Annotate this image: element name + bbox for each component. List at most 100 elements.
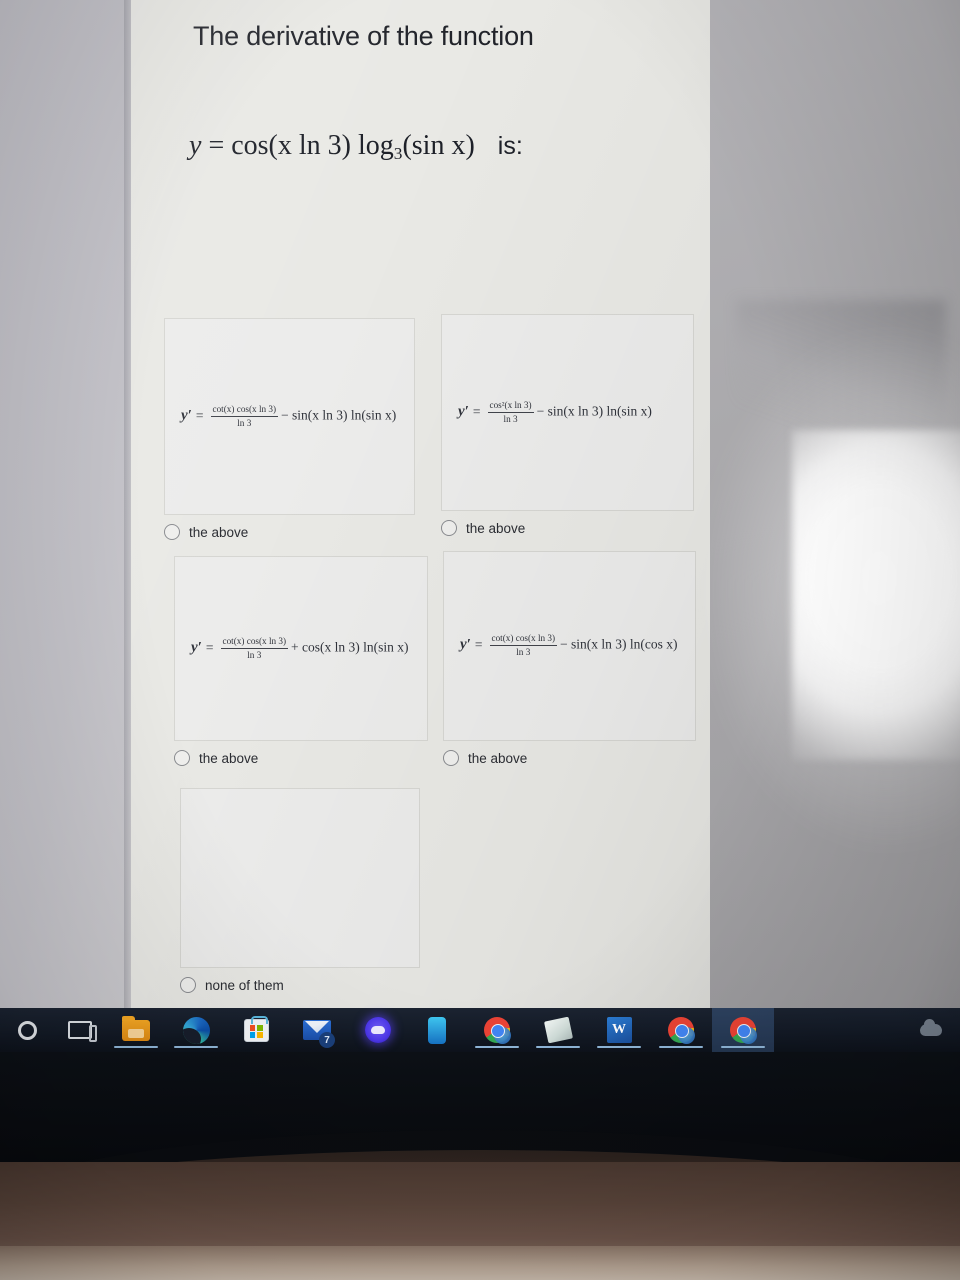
- answer-radio-row[interactable]: the above: [441, 520, 694, 536]
- running-indicator: [721, 1045, 765, 1048]
- formula-denominator: ln 3: [247, 649, 262, 660]
- formula-fraction: cot(x) cos(x ln 3) ln 3: [220, 636, 289, 661]
- equation-body-post: (sin x): [402, 130, 475, 161]
- formula-numerator: cot(x) cos(x ln 3): [489, 633, 558, 647]
- answer-option-4[interactable]: y′ = cot(x) cos(x ln 3) ln 3− sin(x ln 3) l…: [443, 551, 696, 766]
- taskbar-item-chrome-2[interactable]: [650, 1008, 712, 1052]
- system-tray: [914, 1008, 960, 1052]
- taskbar-item-chrome-active[interactable]: [712, 1008, 774, 1052]
- running-indicator: [536, 1045, 580, 1048]
- equation-equals: =: [208, 130, 225, 161]
- desk-foreground: [0, 1246, 960, 1280]
- answer-option-2[interactable]: y′ = cos²(x ln 3) ln 3− sin(x ln 3) ln(sin …: [441, 314, 694, 536]
- running-indicator: [659, 1045, 703, 1048]
- formula-tail: + cos(x ln 3) ln(sin x): [291, 639, 409, 655]
- formula-numerator: cot(x) cos(x ln 3): [220, 636, 289, 649]
- tray-item-onedrive[interactable]: [914, 1008, 948, 1052]
- formula-equals: =: [474, 637, 483, 653]
- formula-denominator: ln 3: [503, 413, 518, 424]
- answer-image-card[interactable]: y′ = cot(x) cos(x ln 3) ln 3− sin(x ln 3) l…: [443, 551, 696, 741]
- formula-lhs: y′: [458, 403, 469, 420]
- answer-radio-row[interactable]: the above: [164, 524, 415, 540]
- formula-tail: − sin(x ln 3) ln(sin x): [281, 407, 397, 423]
- answer-option-label: none of them: [205, 977, 284, 993]
- task-view-icon[interactable]: [68, 1021, 97, 1042]
- photo-of-monitor: The derivative of the function y = cos(x…: [0, 0, 960, 1280]
- chrome-icon[interactable]: [668, 1017, 695, 1044]
- answer-option-3[interactable]: y′ = cot(x) cos(x ln 3) ln 3 + cos(x ln 3) l…: [174, 556, 428, 766]
- cortana-icon[interactable]: [17, 1021, 37, 1040]
- formula-numerator: cos²(x ln 3): [487, 400, 534, 413]
- taskbar-item-discord[interactable]: [348, 1008, 408, 1052]
- running-indicator: [114, 1045, 158, 1048]
- word-icon[interactable]: W: [606, 1017, 632, 1043]
- radio-button-icon[interactable]: [164, 524, 180, 540]
- answer-formula: y′ = cos²(x ln 3) ln 3− sin(x ln 3) ln(sin …: [442, 400, 693, 425]
- monitor-screen: The derivative of the function y = cos(x…: [0, 0, 960, 1008]
- paper-app-icon[interactable]: [543, 1016, 573, 1044]
- formula-denominator: ln 3: [237, 417, 252, 428]
- answer-option-1[interactable]: y′ = cot(x) cos(x ln 3) ln 3− sin(x ln 3) l…: [164, 318, 415, 540]
- formula-denominator: ln 3: [516, 647, 531, 658]
- equation-lhs: y: [189, 130, 202, 161]
- answer-radio-row[interactable]: the above: [443, 750, 696, 766]
- taskbar-item-task-view[interactable]: [54, 1008, 106, 1052]
- answer-option-label: the above: [199, 750, 259, 766]
- edge-icon[interactable]: [182, 1017, 210, 1044]
- answer-formula: y′ = cot(x) cos(x ln 3) ln 3− sin(x ln 3) l…: [165, 404, 414, 429]
- formula-fraction: cot(x) cos(x ln 3) ln 3: [489, 633, 558, 658]
- taskbar-item-chrome-1[interactable]: [466, 1008, 528, 1052]
- answer-option-5[interactable]: none of them: [180, 788, 420, 993]
- taskbar-item-mail[interactable]: 7: [286, 1008, 348, 1052]
- answer-radio-row[interactable]: the above: [174, 750, 428, 766]
- radio-button-icon[interactable]: [443, 750, 459, 766]
- quiz-page: The derivative of the function y = cos(x…: [131, 0, 710, 1008]
- taskbar-item-edge[interactable]: [166, 1008, 226, 1052]
- formula-fraction: cos²(x ln 3) ln 3: [487, 400, 534, 425]
- answer-option-label: the above: [466, 520, 526, 536]
- radio-button-icon[interactable]: [180, 977, 196, 993]
- running-indicator: [475, 1045, 519, 1048]
- file-explorer-icon[interactable]: [122, 1016, 150, 1041]
- equation-suffix: is:: [497, 132, 523, 160]
- formula-equals: =: [195, 407, 204, 423]
- formula-lhs: y′: [181, 407, 192, 424]
- formula-lhs: y′: [191, 639, 202, 656]
- radio-button-icon[interactable]: [174, 750, 190, 766]
- running-indicator: [174, 1045, 218, 1048]
- taskbar-item-cortana[interactable]: [0, 1008, 54, 1052]
- equation-body-pre: cos(x ln 3) log: [231, 130, 394, 161]
- taskbar-item-blue-app[interactable]: [408, 1008, 466, 1052]
- radio-button-icon[interactable]: [441, 520, 457, 536]
- screen-left-gutter: [0, 0, 131, 1008]
- chrome-icon[interactable]: [730, 1017, 757, 1044]
- discord-icon[interactable]: [365, 1017, 391, 1043]
- formula-equals: =: [472, 403, 481, 419]
- windows-taskbar: 7 W: [0, 1008, 960, 1052]
- answer-image-card-empty[interactable]: [180, 788, 420, 968]
- screen-right-gutter: [710, 0, 960, 1008]
- taskbar-item-microsoft-store[interactable]: [226, 1008, 286, 1052]
- answer-option-label: the above: [468, 750, 528, 766]
- answer-image-card[interactable]: y′ = cot(x) cos(x ln 3) ln 3− sin(x ln 3) l…: [164, 318, 415, 515]
- formula-equals: =: [205, 639, 214, 655]
- answer-image-card[interactable]: y′ = cot(x) cos(x ln 3) ln 3 + cos(x ln 3) l…: [174, 556, 428, 741]
- formula-fraction: cot(x) cos(x ln 3) ln 3: [210, 404, 279, 429]
- chrome-icon[interactable]: [484, 1017, 511, 1044]
- formula-tail: − sin(x ln 3) ln(cos x): [560, 637, 678, 653]
- taskbar-item-word[interactable]: W: [588, 1008, 650, 1052]
- mail-unread-badge: 7: [319, 1032, 335, 1048]
- onedrive-cloud-icon[interactable]: [920, 1019, 942, 1036]
- formula-numerator: cot(x) cos(x ln 3): [210, 404, 279, 417]
- answer-image-card[interactable]: y′ = cos²(x ln 3) ln 3− sin(x ln 3) ln(sin …: [441, 314, 694, 511]
- formula-tail: − sin(x ln 3) ln(sin x): [536, 403, 652, 419]
- taskbar-item-file-explorer[interactable]: [106, 1008, 166, 1052]
- answer-formula: y′ = cot(x) cos(x ln 3) ln 3 + cos(x ln 3) l…: [175, 636, 427, 661]
- question-equation: y = cos(x ln 3) log3(sin x) is:: [189, 130, 709, 164]
- microsoft-store-icon[interactable]: [243, 1016, 269, 1042]
- answer-radio-row[interactable]: none of them: [180, 977, 420, 993]
- question-title: The derivative of the function: [193, 21, 534, 51]
- running-indicator: [597, 1045, 641, 1048]
- blue-app-icon[interactable]: [428, 1017, 446, 1044]
- taskbar-item-paper-app[interactable]: [528, 1008, 588, 1052]
